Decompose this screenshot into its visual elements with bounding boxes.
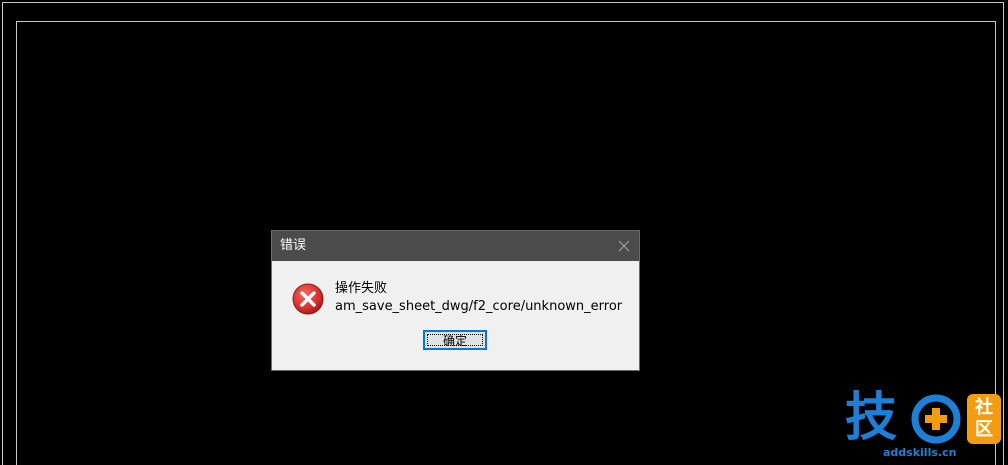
watermark-side-char1: 社 xyxy=(975,397,993,418)
watermark-side-badge: 社 区 xyxy=(967,394,1001,444)
watermark-url: addskills.cn xyxy=(883,446,957,459)
ok-button[interactable]: 确定 xyxy=(423,330,487,350)
close-button[interactable] xyxy=(607,231,639,261)
watermark-main-char: 技 xyxy=(845,388,897,448)
error-message-title: 操作失败 xyxy=(335,281,388,296)
error-icon xyxy=(292,283,324,315)
watermark-logo: 技 社 区 addskills.cn xyxy=(845,388,1005,465)
dialog-title: 错误 xyxy=(280,238,307,253)
error-dialog: 错误 操作失败 am_save_sheet_dwg/f2_core/unknow… xyxy=(271,230,640,371)
ok-button-label: 确定 xyxy=(442,334,467,348)
plus-circle-icon xyxy=(911,394,961,444)
error-message-detail: am_save_sheet_dwg/f2_core/unknown_error xyxy=(335,299,623,314)
watermark-side-char2: 区 xyxy=(975,419,993,440)
close-icon xyxy=(618,240,630,252)
dialog-titlebar[interactable]: 错误 xyxy=(272,231,639,261)
app-screen: 错误 操作失败 am_save_sheet_dwg/f2_core/unknow… xyxy=(0,0,1008,465)
